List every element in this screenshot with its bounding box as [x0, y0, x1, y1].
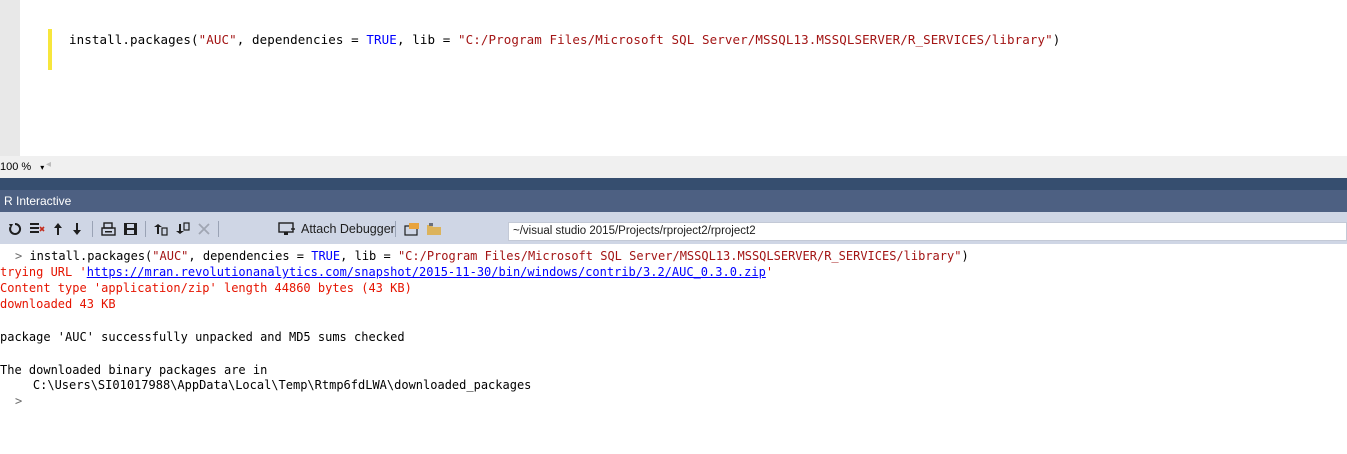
set-working-directory-icon[interactable]	[403, 219, 421, 239]
trying-suffix: '	[765, 265, 774, 279]
cmd-fn: install.packages(	[22, 249, 153, 263]
cmd-true-keyword: TRUE	[311, 249, 341, 263]
toolbar-separator	[395, 221, 396, 237]
chevron-down-icon: ▾	[40, 162, 45, 172]
cmd-pkg-string: "AUC"	[152, 249, 189, 263]
code-lib-arg: , lib =	[396, 32, 458, 47]
splitter[interactable]	[0, 178, 1347, 190]
console-trying-url-line: trying URL 'https://mran.revolutionanaly…	[0, 265, 773, 280]
change-marker	[48, 29, 52, 70]
attach-debugger-label: Attach Debugger	[301, 222, 395, 236]
toolbar-separator	[92, 221, 93, 237]
cmd-lib-path-string: "C:/Program Files/Microsoft SQL Server/M…	[397, 249, 962, 263]
code-pkg-string: "AUC"	[198, 32, 237, 47]
tool-window-title: R Interactive	[4, 194, 72, 208]
r-console-output[interactable]: > install.packages("AUC", dependencies =…	[0, 244, 1347, 454]
save-workspace-icon[interactable]	[173, 219, 191, 239]
console-binary-path: C:\Users\SI01017988\AppData\Local\Temp\R…	[4, 378, 532, 392]
working-directory-input[interactable]: ~/visual studio 2015/Projects/rproject2/…	[508, 222, 1347, 241]
download-url-link[interactable]: https://mran.revolutionanalytics.com/sna…	[87, 265, 766, 279]
working-directory-value: ~/visual studio 2015/Projects/rproject2/…	[513, 225, 756, 237]
console-binary-line: The downloaded binary packages are in	[0, 363, 268, 377]
print-icon[interactable]	[100, 219, 118, 239]
zoom-value: 100 %	[0, 161, 32, 173]
trying-prefix: trying URL '	[0, 265, 87, 279]
zoom-dropdown[interactable]: 100 % ▾	[0, 159, 44, 175]
code-true-keyword: TRUE	[366, 32, 397, 47]
tool-window-header: R Interactive	[0, 190, 1347, 212]
cmd-close: )	[961, 249, 969, 263]
editor-status-bar: 100 % ▾ ◂	[0, 156, 1347, 178]
attach-debugger-button[interactable]: Attach Debugger	[278, 219, 395, 239]
code-fn: install.packages(	[69, 32, 199, 47]
r-interactive-toolbar: Attach Debugger ~/visual studio 2015/Pro…	[0, 212, 1347, 244]
console-final-prompt[interactable]: >	[15, 394, 22, 409]
reset-icon[interactable]	[6, 219, 24, 239]
toolbar-separator	[145, 221, 146, 237]
history-down-icon[interactable]	[69, 219, 85, 239]
cmd-lib-arg: , lib =	[340, 249, 398, 263]
clear-icon[interactable]	[28, 219, 46, 239]
history-up-icon[interactable]	[50, 219, 66, 239]
toolbar-separator	[218, 221, 219, 237]
scroll-left-icon[interactable]: ◂	[46, 159, 51, 170]
folder-icon[interactable]	[425, 219, 443, 239]
save-icon[interactable]	[122, 219, 140, 239]
console-downloaded-line: downloaded 43 KB	[0, 297, 116, 311]
load-workspace-icon[interactable]	[151, 219, 169, 239]
monitor-icon	[278, 222, 295, 235]
console-unpacked-line: package 'AUC' successfully unpacked and …	[0, 330, 405, 344]
code-editor[interactable]: install.packages("AUC", dependencies = T…	[0, 0, 1347, 156]
code-mid: , dependencies =	[236, 32, 367, 47]
cmd-mid: , dependencies =	[188, 249, 312, 263]
code-line[interactable]: install.packages("AUC", dependencies = T…	[69, 32, 1060, 47]
code-close: )	[1052, 32, 1061, 47]
editor-gutter	[0, 0, 20, 156]
interrupt-icon[interactable]	[195, 219, 213, 239]
console-content-type-line: Content type 'application/zip' length 44…	[0, 281, 412, 295]
code-lib-path-string: "C:/Program Files/Microsoft SQL Server/M…	[457, 32, 1053, 47]
console-command-line: > install.packages("AUC", dependencies =…	[15, 249, 969, 264]
